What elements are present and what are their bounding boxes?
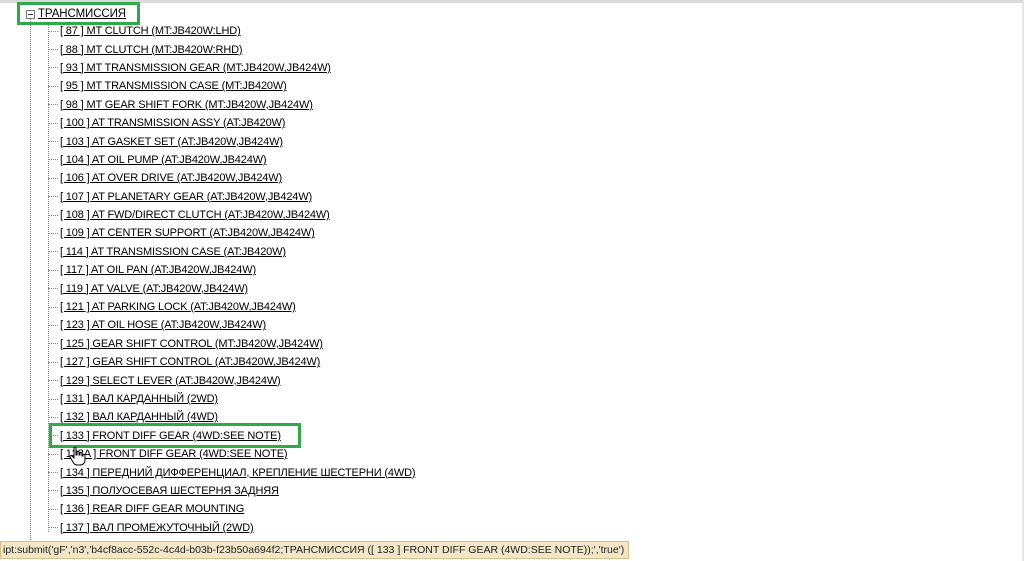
tree-item-link[interactable]: [ 132 ] ВАЛ КАРДАННЫЙ (4WD) (60, 411, 218, 423)
tree-connector (48, 214, 58, 216)
tree-item[interactable]: [ 100 ] AT TRANSMISSION ASSY (AT:JB420W) (48, 114, 415, 132)
tree-connector (48, 196, 58, 198)
tree-item-link[interactable]: [ 129 ] SELECT LEVER (AT:JB420W,JB424W) (60, 375, 281, 387)
tree-item-link[interactable]: [ 87 ] MT CLUTCH (MT:JB420W:LHD) (60, 25, 241, 37)
status-text: ipt:submit('gF','n3','b4cf8acc-552c-4c4d… (3, 544, 625, 556)
tree-item-link[interactable]: [ 98 ] MT GEAR SHIFT FORK (MT:JB420W,JB4… (60, 99, 313, 111)
tree-item[interactable]: [ 93 ] MT TRANSMISSION GEAR (MT:JB420W,J… (48, 59, 415, 77)
tree-connector (48, 527, 58, 529)
tree-item[interactable]: [ 114 ] AT TRANSMISSION CASE (AT:JB420W) (48, 243, 415, 261)
tree-connector (48, 398, 58, 400)
tree-connector (48, 453, 58, 455)
tree-item-link[interactable]: [ 108 ] AT FWD/DIRECT CLUTCH (AT:JB420W,… (60, 209, 330, 221)
tree-item-link[interactable]: [ 103 ] AT GASKET SET (AT:JB420W,JB424W) (60, 136, 283, 148)
tree-connector (48, 306, 58, 308)
tree-item-link[interactable]: [ 137 ] ВАЛ ПРОМЕЖУТОЧНЫЙ (2WD) (60, 522, 254, 534)
tree-item-link[interactable]: [ 117 ] AT OIL PAN (AT:JB420W,JB424W) (60, 264, 256, 276)
tree-item-link[interactable]: [ 100 ] AT TRANSMISSION ASSY (AT:JB420W) (60, 117, 285, 129)
tree-item-link[interactable]: [ 134 ] ПЕРЕДНИЙ ДИФФЕРЕНЦИАЛ, КРЕПЛЕНИЕ… (60, 467, 416, 479)
tree-item[interactable]: [ 106 ] AT OVER DRIVE (AT:JB420W,JB424W) (48, 169, 415, 187)
tree-connector (48, 104, 58, 106)
tree-connector (48, 416, 58, 418)
tree-item[interactable]: [ 119 ] AT VALVE (AT:JB420W,JB424W) (48, 279, 415, 297)
tree-item[interactable]: [ 125 ] GEAR SHIFT CONTROL (MT:JB420W,JB… (48, 335, 415, 353)
tree-connector (48, 251, 58, 253)
tree-item-link[interactable]: [ 123 ] AT OIL HOSE (AT:JB420W,JB424W) (60, 319, 266, 331)
tree-connector (48, 49, 58, 51)
tree-connector (48, 177, 58, 179)
highlight-box-selected-item (49, 423, 301, 448)
tree-item[interactable]: [ 107 ] AT PLANETARY GEAR (AT:JB420W,JB4… (48, 188, 415, 206)
tree-connector (48, 508, 58, 510)
tree-item[interactable]: [ 134 ] ПЕРЕДНИЙ ДИФФЕРЕНЦИАЛ, КРЕПЛЕНИЕ… (48, 463, 416, 481)
tree-connector (48, 141, 58, 143)
tree-item[interactable]: [ 98 ] MT GEAR SHIFT FORK (MT:JB420W,JB4… (48, 96, 415, 114)
tree-item-link[interactable]: [ 114 ] AT TRANSMISSION CASE (AT:JB420W) (60, 246, 286, 258)
tree-connector (48, 472, 58, 474)
highlight-box-root (17, 2, 140, 25)
tree-item[interactable]: [ 135 ] ПОЛУОСЕВАЯ ШЕСТЕРНЯ ЗАДНЯЯ (48, 482, 415, 500)
tree-connector (48, 490, 58, 492)
tree-item-link[interactable]: [ 135 ] ПОЛУОСЕВАЯ ШЕСТЕРНЯ ЗАДНЯЯ (60, 485, 279, 497)
tree-connector (48, 380, 58, 382)
tree-connector (48, 159, 58, 161)
tree-item[interactable]: [ 131 ] ВАЛ КАРДАННЫЙ (2WD) (48, 390, 415, 408)
tree-item-link[interactable]: [ 93 ] MT TRANSMISSION GEAR (MT:JB420W,J… (60, 62, 331, 74)
tree-connector (48, 30, 58, 32)
tree-connector (48, 67, 58, 69)
tree-item-link[interactable]: [ 106 ] AT OVER DRIVE (AT:JB420W,JB424W) (60, 172, 282, 184)
tree-children-list: [ 87 ] MT CLUTCH (MT:JB420W:LHD) [ 88 ] M… (48, 22, 416, 537)
tree-item-link[interactable]: [ 131 ] ВАЛ КАРДАННЫЙ (2WD) (60, 393, 218, 405)
tree-item-link[interactable]: [ 107 ] AT PLANETARY GEAR (AT:JB420W,JB4… (60, 191, 312, 203)
tree-connector (48, 232, 58, 234)
tree-item-link[interactable]: [ 95 ] MT TRANSMISSION CASE (MT:JB420W) (60, 80, 287, 92)
status-bar: ipt:submit('gF','n3','b4cf8acc-552c-4c4d… (0, 541, 630, 559)
tree-item-link[interactable]: [ 133A ] FRONT DIFF GEAR (4WD:SEE NOTE) (60, 448, 288, 460)
tree-item[interactable]: [ 121 ] AT PARKING LOCK (AT:JB420W,JB424… (48, 298, 415, 316)
tree-item[interactable]: [ 137 ] ВАЛ ПРОМЕЖУТОЧНЫЙ (2WD) (48, 519, 415, 537)
tree-connector (48, 343, 58, 345)
category-tree: ТРАНСМИССИЯ [ 87 ] MT CLUTCH (MT:JB420W:… (0, 0, 1024, 561)
tree-item-link[interactable]: [ 119 ] AT VALVE (AT:JB420W,JB424W) (60, 283, 248, 295)
tree-connector (48, 361, 58, 363)
tree-connector (48, 269, 58, 271)
tree-item-link[interactable]: [ 88 ] MT CLUTCH (MT:JB420W:RHD) (60, 44, 243, 56)
tree-connector (48, 122, 58, 124)
hand-cursor-icon (69, 446, 86, 466)
tree-item[interactable]: [ 103 ] AT GASKET SET (AT:JB420W,JB424W) (48, 132, 415, 150)
tree-connector (48, 324, 58, 326)
tree-connector (48, 85, 58, 87)
tree-item[interactable]: [ 88 ] MT CLUTCH (MT:JB420W:RHD) (48, 40, 415, 58)
tree-connector (48, 288, 58, 290)
tree-item[interactable]: [ 95 ] MT TRANSMISSION CASE (MT:JB420W) (48, 77, 415, 95)
tree-item[interactable]: [ 136 ] REAR DIFF GEAR MOUNTING (48, 500, 415, 518)
tree-item[interactable]: [ 109 ] AT CENTER SUPPORT (AT:JB420W,JB4… (48, 224, 415, 242)
tree-item[interactable]: [ 127 ] GEAR SHIFT CONTROL (AT:JB420W,JB… (48, 353, 415, 371)
tree-item[interactable]: [ 108 ] AT FWD/DIRECT CLUTCH (AT:JB420W,… (48, 206, 415, 224)
tree-item[interactable]: [ 104 ] AT OIL PUMP (AT:JB420W,JB424W) (48, 151, 415, 169)
tree-item-link[interactable]: [ 125 ] GEAR SHIFT CONTROL (MT:JB420W,JB… (60, 338, 323, 350)
tree-connector-line (30, 18, 31, 558)
tree-item-link[interactable]: [ 136 ] REAR DIFF GEAR MOUNTING (60, 503, 244, 515)
tree-item-link[interactable]: [ 121 ] AT PARKING LOCK (AT:JB420W,JB424… (60, 301, 296, 313)
tree-item[interactable]: [ 129 ] SELECT LEVER (AT:JB420W,JB424W) (48, 371, 415, 389)
tree-item[interactable]: [ 117 ] AT OIL PAN (AT:JB420W,JB424W) (48, 261, 415, 279)
tree-item-link[interactable]: [ 109 ] AT CENTER SUPPORT (AT:JB420W,JB4… (60, 227, 315, 239)
tree-item-link[interactable]: [ 127 ] GEAR SHIFT CONTROL (AT:JB420W,JB… (60, 356, 320, 368)
tree-item-link[interactable]: [ 104 ] AT OIL PUMP (AT:JB420W,JB424W) (60, 154, 267, 166)
tree-item[interactable]: [ 123 ] AT OIL HOSE (AT:JB420W,JB424W) (48, 316, 415, 334)
